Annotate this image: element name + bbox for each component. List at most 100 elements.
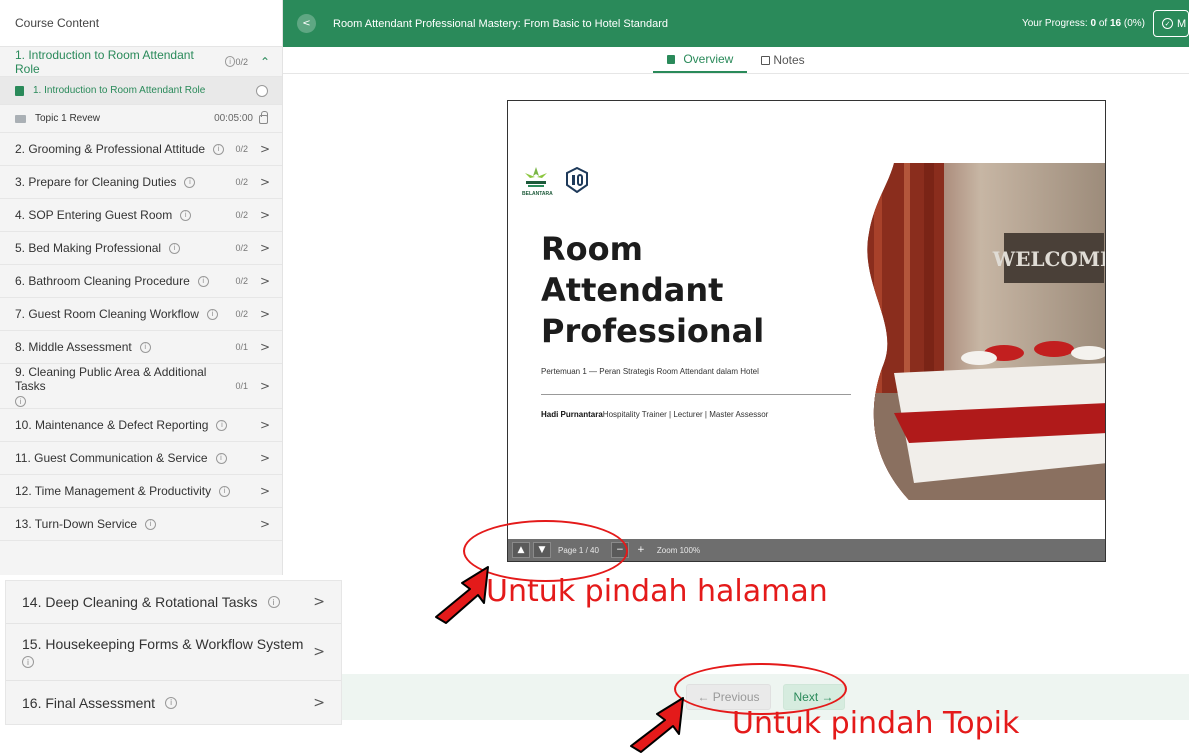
chevron-right-icon[interactable]: >: [260, 307, 270, 321]
lesson-title: Topic 1 Revew: [35, 113, 101, 124]
module-title: 14. Deep Cleaning & Rotational Tasks: [22, 594, 258, 610]
module-item-active[interactable]: 1. Introduction to Room Attendant Role i …: [0, 47, 282, 77]
info-icon[interactable]: i: [139, 341, 151, 353]
module-item[interactable]: 5. Bed Making Professional i 0/2 >: [0, 232, 282, 265]
chevron-right-icon[interactable]: >: [260, 418, 270, 432]
partner-logo: [566, 166, 588, 194]
course-title: Room Attendant Professional Mastery: Fro…: [333, 17, 669, 30]
divider: [541, 394, 851, 395]
chevron-right-icon[interactable]: >: [260, 484, 270, 498]
module-item[interactable]: 6. Bathroom Cleaning Procedure i 0/2 >: [0, 265, 282, 298]
mark-complete-button[interactable]: ✓ M: [1153, 10, 1189, 37]
module-count: 0/2: [235, 144, 248, 154]
module-item[interactable]: 3. Prepare for Cleaning Duties i 0/2 >: [0, 166, 282, 199]
info-icon[interactable]: i: [197, 275, 209, 287]
chevron-right-icon[interactable]: >: [260, 208, 270, 222]
module-item[interactable]: 7. Guest Room Cleaning Workflow i 0/2 >: [0, 298, 282, 331]
info-icon[interactable]: i: [180, 209, 192, 221]
chevron-right-icon[interactable]: >: [260, 340, 270, 354]
module-item[interactable]: 13. Turn-Down Service i >: [0, 508, 282, 541]
module-item[interactable]: 10. Maintenance & Defect Reporting i >: [0, 409, 282, 442]
module-item[interactable]: 4. SOP Entering Guest Room i 0/2 >: [0, 199, 282, 232]
chevron-up-icon[interactable]: ⌃: [260, 55, 270, 69]
module-count: 0/2: [235, 210, 248, 220]
sidebar-zoomed: 14. Deep Cleaning & Rotational Tasks i > …: [5, 580, 342, 725]
check-circle-icon: ✓: [1162, 18, 1173, 29]
module-count: 0/2: [235, 276, 248, 286]
info-icon[interactable]: i: [206, 308, 218, 320]
progress-text: Your Progress: 0 of 16 (0%): [1021, 18, 1145, 29]
info-icon[interactable]: i: [22, 656, 34, 668]
info-icon[interactable]: i: [219, 485, 231, 497]
lesson-item[interactable]: 1. Introduction to Room Attendant Role: [0, 77, 282, 105]
completion-radio[interactable]: [256, 84, 268, 97]
module-count: 0/2: [235, 243, 248, 253]
info-icon[interactable]: i: [169, 242, 181, 254]
module-item[interactable]: 8. Middle Assessment i 0/1 >: [0, 331, 282, 364]
chevron-right-icon[interactable]: >: [260, 241, 270, 255]
tab-notes[interactable]: Notes: [747, 47, 818, 73]
video-icon: [15, 114, 26, 123]
info-icon[interactable]: i: [213, 143, 225, 155]
module-count: 0/2: [235, 56, 248, 67]
chevron-right-icon[interactable]: >: [260, 517, 270, 531]
module-item[interactable]: 12. Time Management & Productivity i >: [0, 475, 282, 508]
slide-author: Hadi PurnantaraHospitality Trainer | Lec…: [541, 410, 769, 419]
module-title: 3. Prepare for Cleaning Duties: [15, 175, 177, 189]
svg-text:WELCOME: WELCOME: [992, 247, 1106, 271]
chevron-right-icon[interactable]: >: [313, 695, 325, 711]
document-icon: [667, 54, 676, 64]
chevron-right-icon[interactable]: >: [313, 594, 325, 610]
module-title: 6. Bathroom Cleaning Procedure: [15, 274, 190, 288]
info-icon[interactable]: i: [267, 596, 280, 608]
module-count: 0/1: [235, 381, 248, 391]
module-item[interactable]: 9. Cleaning Public Area & Additional Tas…: [0, 364, 282, 409]
annotation-text-page: Untuk pindah halaman: [486, 574, 828, 609]
module-title: 13. Turn-Down Service: [15, 517, 138, 531]
tab-overview[interactable]: Overview: [653, 47, 748, 73]
back-button[interactable]: <: [297, 14, 316, 33]
zoom-indicator: Zoom 100%: [656, 545, 701, 555]
chevron-right-icon[interactable]: >: [260, 451, 270, 465]
course-sidebar: Course Content 1. Introduction to Room A…: [0, 0, 283, 575]
module-item[interactable]: 16. Final Assessment i >: [6, 681, 341, 724]
slide-viewer: BELANTARA Room Attendant Professional Pe…: [507, 100, 1106, 562]
slide-title: Room Attendant Professional: [541, 230, 765, 350]
document-icon: [15, 85, 24, 96]
slide-subtitle: Pertemuan 1 — Peran Strategis Room Atten…: [541, 367, 759, 376]
hotel-room-image: WELCOME: [867, 163, 1106, 500]
info-icon[interactable]: i: [215, 452, 227, 464]
top-bar: < Room Attendant Professional Mastery: F…: [283, 0, 1189, 47]
chevron-right-icon[interactable]: >: [260, 379, 270, 393]
module-title: 8. Middle Assessment: [15, 340, 132, 354]
module-title: 4. SOP Entering Guest Room: [15, 208, 173, 222]
chevron-right-icon[interactable]: >: [260, 175, 270, 189]
module-item[interactable]: 14. Deep Cleaning & Rotational Tasks i >: [6, 581, 341, 624]
module-title: 16. Final Assessment: [22, 694, 156, 711]
lock-icon: [259, 111, 268, 124]
chevron-right-icon[interactable]: >: [260, 142, 270, 156]
module-count: 0/2: [235, 177, 248, 187]
module-title: 15. Housekeeping Forms & Workflow System: [22, 636, 304, 652]
module-title: 12. Time Management & Productivity: [15, 484, 212, 498]
module-item[interactable]: 15. Housekeeping Forms & Workflow System…: [6, 624, 341, 681]
info-icon[interactable]: i: [165, 696, 178, 709]
belantara-logo: BELANTARA: [522, 165, 553, 197]
info-icon[interactable]: i: [184, 176, 196, 188]
sidebar-header: Course Content: [0, 0, 282, 47]
module-item[interactable]: 11. Guest Communication & Service i >: [0, 442, 282, 475]
module-title: 2. Grooming & Professional Attitude: [15, 142, 206, 156]
lesson-duration: 00:05:00: [214, 113, 253, 124]
chevron-right-icon[interactable]: >: [260, 274, 270, 288]
info-icon[interactable]: i: [216, 419, 228, 431]
info-icon[interactable]: i: [15, 396, 26, 407]
zoom-in-button[interactable]: +: [632, 542, 650, 558]
chevron-right-icon[interactable]: >: [313, 644, 325, 660]
info-icon[interactable]: i: [224, 56, 236, 67]
arrow-icon: [435, 566, 489, 624]
info-icon[interactable]: i: [145, 518, 157, 530]
module-title: 5. Bed Making Professional: [15, 241, 162, 255]
lesson-item[interactable]: Topic 1 Revew 00:05:00: [0, 105, 282, 133]
module-count: 0/1: [235, 342, 248, 352]
module-item[interactable]: 2. Grooming & Professional Attitude i 0/2 >: [0, 133, 282, 166]
